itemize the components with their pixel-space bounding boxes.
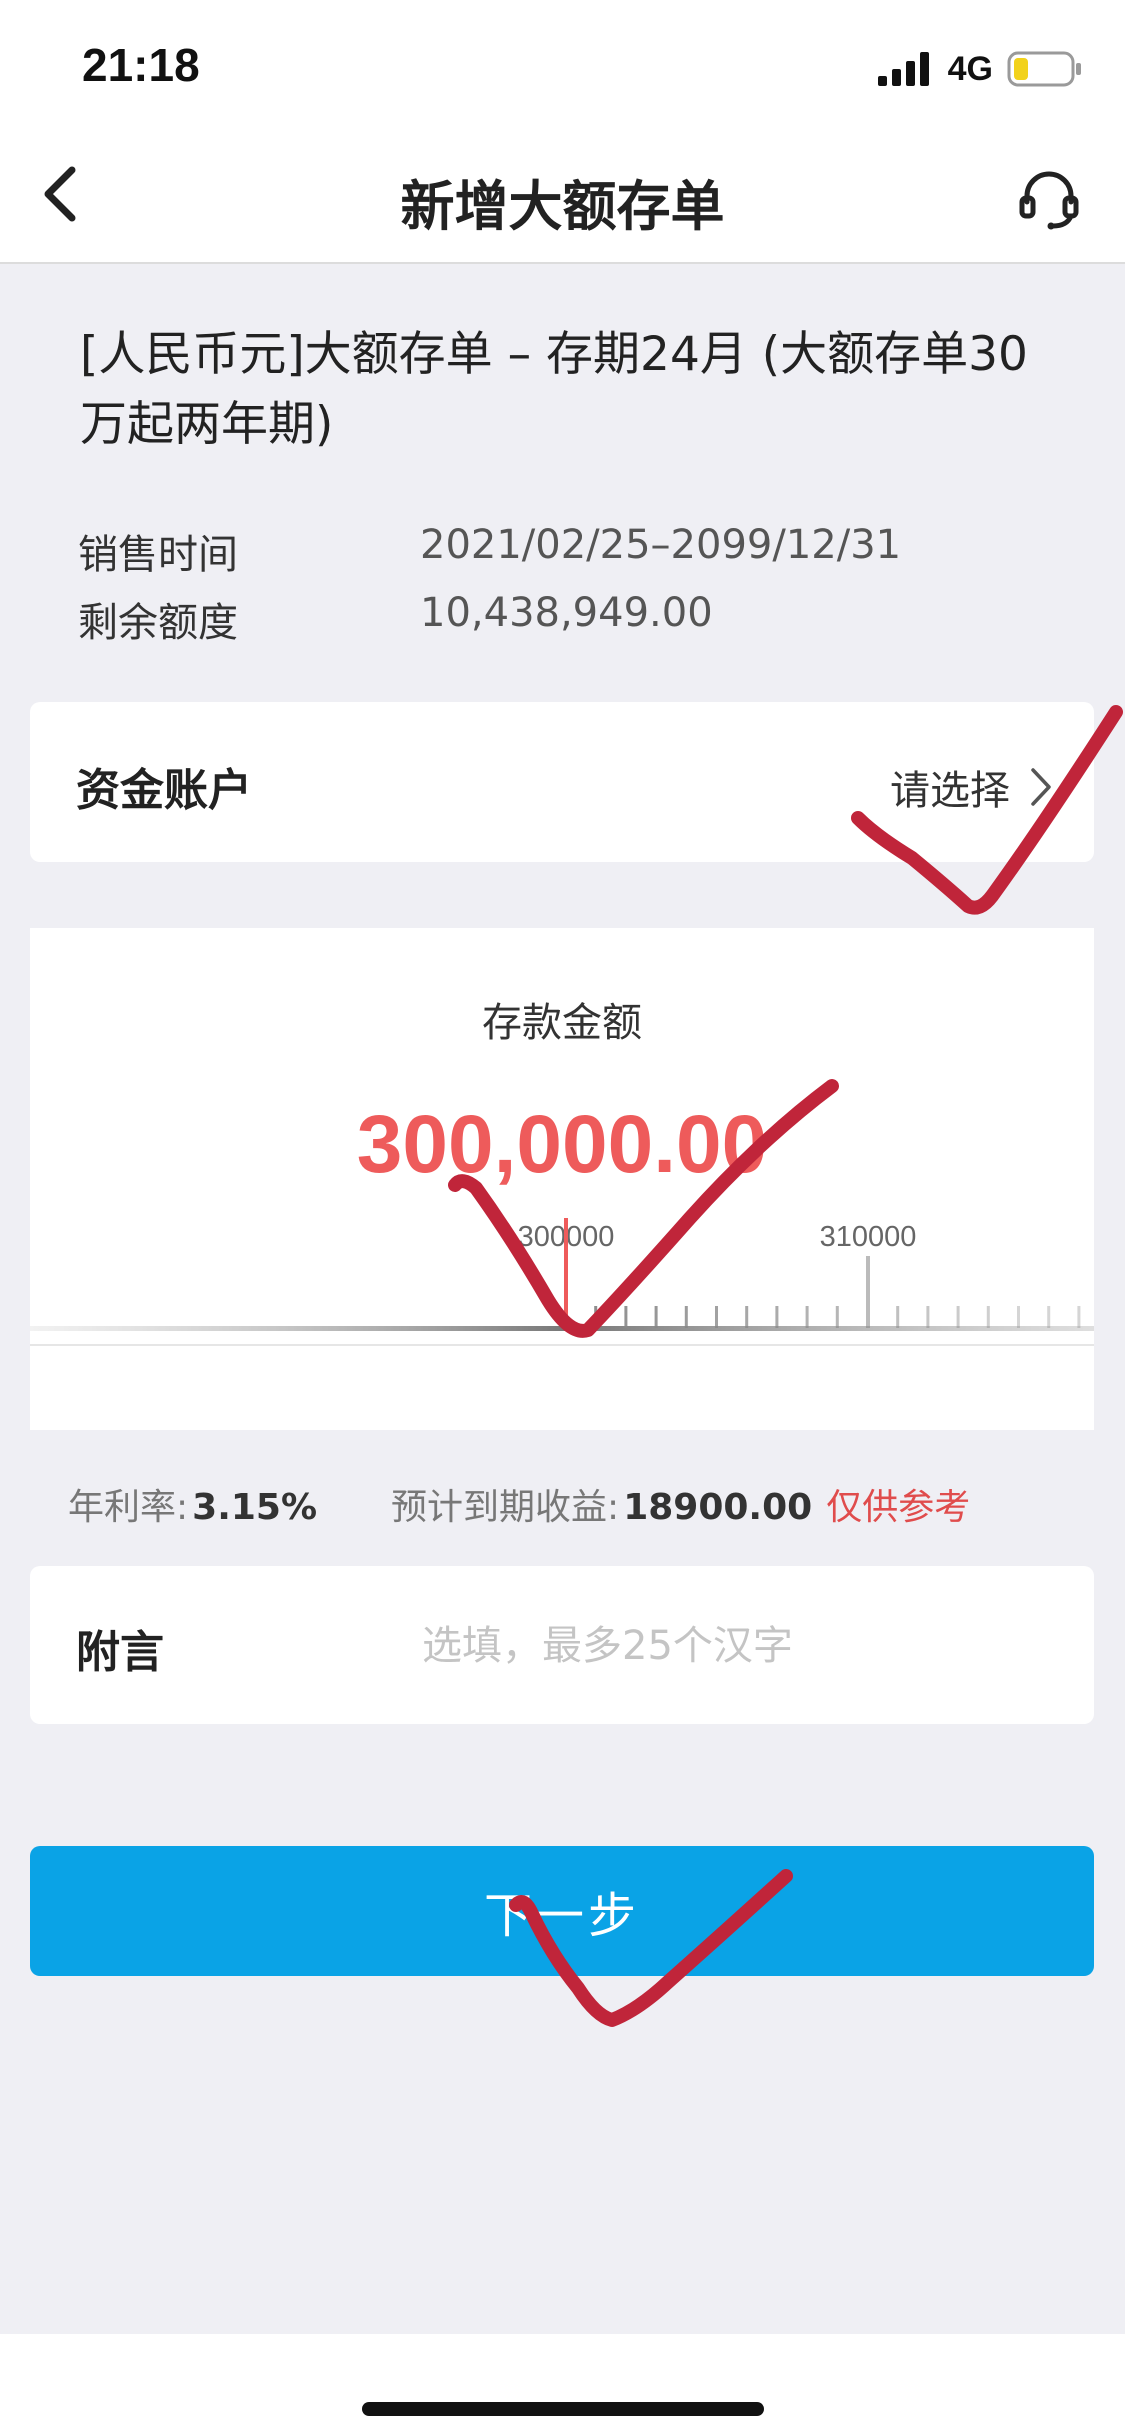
status-indicators: 4G <box>876 48 1083 90</box>
ruler-minor-tick <box>956 1306 960 1328</box>
ruler-minor-tick <box>805 1306 809 1328</box>
product-title: [人民币元]大额存单 – 存期24月 (大额存单30万起两年期) <box>80 327 1028 452</box>
fund-account-select-text: 请选择 <box>890 768 1010 814</box>
status-bar: 21:18 4G <box>0 0 1125 132</box>
ruler-label: 310000 <box>820 1221 917 1253</box>
expected-income-label: 预计到期收益: <box>391 1487 620 1528</box>
sale-time-row: 销售时间 2021/02/25–2099/12/31 <box>78 522 1058 582</box>
ruler-rail-right <box>566 1326 1094 1331</box>
battery-icon <box>1007 51 1081 87</box>
deposit-amount-label: 存款金额 <box>482 1000 642 1046</box>
rate-value: 3.15% <box>192 1487 318 1528</box>
ruler-current-indicator[interactable] <box>564 1218 568 1328</box>
ruler-minor-tick <box>835 1306 839 1328</box>
ruler-minor-tick <box>624 1306 628 1328</box>
ruler-shadow <box>30 1344 1094 1346</box>
ruler-minor-tick <box>684 1306 688 1328</box>
home-indicator-area <box>0 2334 1125 2436</box>
amount-ruler-slider[interactable]: 300000310000 <box>30 1218 1094 1430</box>
rate-line: 年利率: 3.15% 预计到期收益: 18900.00 仅供参考 <box>68 1478 1088 1528</box>
remaining-quota-value: 10,438,949.00 <box>420 590 713 636</box>
fund-account-select[interactable]: 请选择 <box>890 758 1054 816</box>
note-row: 附言 <box>30 1566 1094 1724</box>
page-title: 新增大额存单 <box>400 175 725 238</box>
fund-account-row[interactable]: 资金账户 请选择 <box>30 702 1094 862</box>
expected-income-value: 18900.00 <box>623 1487 813 1528</box>
deposit-amount-value: 300,000.00 <box>356 1099 768 1190</box>
deposit-amount-card: 存款金额 300,000.00 300000310000 <box>30 928 1094 1430</box>
reference-note: 仅供参考 <box>826 1487 971 1528</box>
ruler-minor-tick <box>1077 1306 1081 1328</box>
rate-label: 年利率: <box>68 1487 189 1528</box>
chevron-right-icon <box>1031 768 1051 806</box>
ruler-minor-tick <box>926 1306 930 1328</box>
ruler-minor-tick <box>986 1306 990 1328</box>
ruler-minor-tick <box>1017 1306 1020 1328</box>
ruler-minor-tick <box>745 1306 749 1328</box>
nav-bar: 新增大额存单 <box>0 132 1125 264</box>
sale-time-label: 销售时间 <box>78 532 238 578</box>
ruler-minor-tick <box>654 1306 658 1328</box>
signal-icon <box>877 52 929 86</box>
ruler-minor-tick <box>594 1306 598 1328</box>
screen: 21:18 4G 新增大额存单 [人民币元]大额存单 – 存期24月 (大额存单… <box>0 0 1125 2436</box>
next-step-button[interactable]: 下一步 <box>30 1846 1094 1976</box>
ruler-minor-tick <box>775 1306 779 1328</box>
fund-account-label: 资金账户 <box>76 765 252 816</box>
note-input[interactable] <box>420 1600 1044 1692</box>
headset-icon[interactable] <box>1017 166 1081 230</box>
ruler-major-tick <box>866 1256 870 1328</box>
remaining-quota-row: 剩余额度 10,438,949.00 <box>78 590 1058 650</box>
note-label: 附言 <box>76 1627 164 1678</box>
ruler-minor-tick <box>715 1306 718 1328</box>
remaining-quota-label: 剩余额度 <box>78 600 238 646</box>
status-time: 21:18 <box>82 39 200 91</box>
network-type: 4G <box>947 49 993 88</box>
sale-time-value: 2021/02/25–2099/12/31 <box>420 522 902 568</box>
home-indicator <box>362 2402 764 2416</box>
ruler-minor-tick <box>1047 1306 1051 1328</box>
ruler-minor-tick <box>896 1306 900 1328</box>
ruler-rail-left <box>30 1326 566 1331</box>
